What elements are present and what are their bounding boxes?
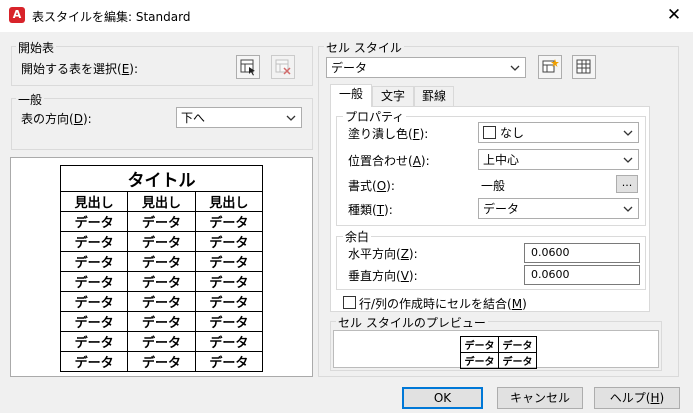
preview-data-cell: データ [59,331,129,352]
fill-color-select[interactable]: なし [478,122,639,143]
table-preview: タイトル 見出し 見出し 見出し データ データ データ データ データ データ データ… [59,165,264,372]
preview-data-cell: データ [59,251,129,272]
margins-group-label: 余白 [343,228,372,245]
preview-data-cell: データ [59,311,129,332]
preview-data-cell: データ [194,311,264,332]
table-direction-value: 下へ [181,111,206,125]
cell-preview-cell: データ [460,352,499,369]
manage-styles-icon [576,59,591,74]
chevron-down-icon [623,130,633,136]
cell-style-preview-label: セル スタイルのプレビュー [336,314,488,331]
tab-text[interactable]: 文字 [372,86,414,106]
cancel-button[interactable]: キャンセル [497,387,583,409]
preview-data-cell: データ [127,211,196,232]
new-style-icon [542,59,559,73]
preview-data-cell: データ [194,251,264,272]
horizontal-margin-input[interactable]: 0.0600 [524,243,640,263]
new-cell-style-button[interactable] [538,55,562,79]
chevron-down-icon [623,206,633,212]
preview-data-cell: データ [127,351,196,372]
table-direction-label: 表の方向(D): [21,112,92,126]
fill-color-value-wrap: なし [483,124,524,141]
tab-borders[interactable]: 罫線 [414,86,454,106]
preview-data-cell: データ [194,271,264,292]
remove-start-table-button[interactable] [271,55,295,79]
fill-color-label: 塗り潰し色(F): [348,127,429,141]
preview-header-cell: 見出し [127,191,196,212]
start-table-group-label: 開始表 [16,39,57,56]
cell-preview-cell: データ [460,336,499,353]
cell-style-select[interactable]: データ [326,57,526,78]
preview-data-cell: データ [194,331,264,352]
cell-preview-cell: データ [498,336,537,353]
table-select-icon [240,59,255,76]
merge-cells-checkbox[interactable] [343,296,356,309]
preview-data-cell: データ [194,291,264,312]
fill-color-value: なし [500,126,525,140]
preview-data-cell: データ [194,211,264,232]
cell-style-group-label: セル スタイル [324,39,404,56]
manage-cell-styles-button[interactable] [572,55,596,79]
cell-preview-cell: データ [498,352,537,369]
alignment-value: 上中心 [483,153,520,167]
preview-data-cell: データ [194,231,264,252]
app-logo-icon: A [9,7,25,23]
help-button[interactable]: ヘルプ(H) [594,387,680,409]
ok-button[interactable]: OK [402,387,483,409]
tab-general[interactable]: 一般 [330,84,372,107]
cell-style-value: データ [331,61,368,75]
chevron-down-icon [623,157,633,163]
select-table-button[interactable] [236,55,260,79]
chevron-down-icon [286,115,296,121]
preview-data-cell: データ [194,351,264,372]
type-label: 種類(T): [348,203,393,217]
alignment-label: 位置合わせ(A): [348,154,430,168]
alignment-select[interactable]: 上中心 [478,149,639,170]
preview-data-cell: データ [59,291,129,312]
horizontal-margin-label: 水平方向(Z): [348,247,418,261]
preview-data-cell: データ [59,231,129,252]
color-swatch [483,126,496,139]
preview-data-cell: データ [127,291,196,312]
preview-data-cell: データ [127,231,196,252]
table-direction-select[interactable]: 下へ [176,107,302,128]
type-value: データ [483,202,520,216]
preview-data-cell: データ [59,351,129,372]
preview-data-cell: データ [127,271,196,292]
type-select[interactable]: データ [478,198,639,219]
general-group-label: 一般 [16,91,45,108]
preview-data-cell: データ [59,271,129,292]
close-icon[interactable]: ✕ [662,4,686,26]
select-start-table-label: 開始する表を選択(E): [21,62,139,76]
preview-data-cell: データ [59,211,129,232]
preview-title-cell: タイトル [60,165,263,192]
preview-data-cell: データ [127,251,196,272]
vertical-margin-label: 垂直方向(V): [348,269,418,283]
preview-header-cell: 見出し [194,191,264,212]
preview-header-cell: 見出し [59,191,129,212]
format-value: 一般 [481,179,506,193]
cell-style-preview-table: データ データ データ データ [460,336,537,369]
table-delete-icon [275,59,291,75]
vertical-margin-input[interactable]: 0.0600 [524,265,640,285]
properties-group-label: プロパティ [343,108,407,125]
format-label: 書式(O): [348,179,395,193]
preview-data-cell: データ [127,331,196,352]
preview-data-cell: データ [127,311,196,332]
chevron-down-icon [510,65,520,71]
window-title: 表スタイルを編集: Standard [32,10,191,24]
merge-cells-label: 行/列の作成時にセルを結合(M) [359,297,527,311]
format-browse-button[interactable]: ... [616,175,638,193]
